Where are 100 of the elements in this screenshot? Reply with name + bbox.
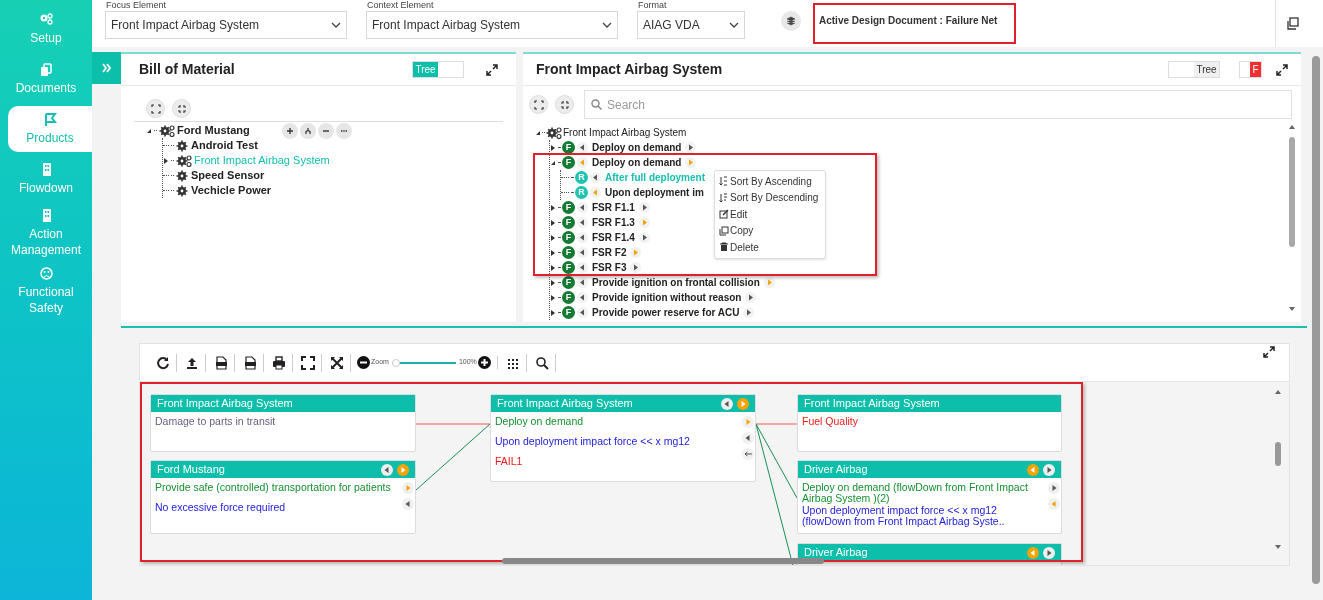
tree-item[interactable]: Provide ignition on frontal collision	[590, 275, 762, 290]
type-badge: F	[562, 246, 575, 259]
layers-button[interactable]	[781, 11, 801, 31]
type-badge: R	[575, 186, 588, 199]
card-entry[interactable]: FAIL1	[495, 456, 741, 467]
menu-item[interactable]: Copy	[715, 222, 825, 239]
tree-item[interactable]: FSR F1.1	[590, 200, 637, 215]
card-entry[interactable]: Fuel Quality	[802, 416, 1061, 427]
copy-icon[interactable]	[1286, 17, 1299, 30]
expand-caret-icon[interactable]	[550, 204, 556, 211]
tree-item[interactable]: Android Test	[191, 137, 258, 154]
expand-icon[interactable]	[1276, 63, 1288, 76]
card-entry[interactable]: Damage to parts in transit	[155, 416, 415, 427]
diagram-card[interactable]: Front Impact Airbag System Damage to parts in transit	[150, 394, 416, 452]
fullscreen-button[interactable]	[299, 353, 322, 372]
more-button[interactable]	[335, 122, 352, 139]
expand-all-button[interactable]	[529, 95, 548, 114]
tree-item[interactable]: Deploy on demand	[590, 140, 684, 155]
tree-item[interactable]: Vechicle Power	[191, 182, 272, 199]
search-field[interactable]: Search	[584, 90, 1292, 119]
page-scrollbar[interactable]	[1312, 56, 1320, 584]
scrollbar-thumb[interactable]	[1289, 137, 1295, 247]
dropdown[interactable]: AIAG VDA	[637, 11, 745, 39]
refresh-button[interactable]	[154, 353, 177, 372]
gear-icon	[176, 169, 189, 182]
menu-item[interactable]: Edit	[715, 206, 825, 223]
zoom-slider[interactable]	[391, 361, 456, 364]
add-button[interactable]	[281, 122, 298, 139]
gears-icon	[38, 12, 54, 27]
menu-item[interactable]: Sort By Ascending	[715, 173, 825, 190]
collapse-all-button[interactable]	[172, 99, 191, 118]
collapse-caret-icon[interactable]	[550, 159, 556, 166]
zoom-in-button[interactable]	[477, 356, 491, 369]
sort-ascending-icon	[719, 176, 729, 187]
tree-item[interactable]: FSR F1.3	[590, 215, 637, 230]
card-entry[interactable]: Deploy on demand (flowDown from Front Impact Airbag System )(2)	[802, 482, 1047, 504]
expand-icon[interactable]	[1263, 346, 1275, 358]
diagram-card[interactable]: Front Impact Airbag System Deploy on demand Upon deployment impact force << x mg12 FAIL1	[490, 394, 756, 482]
card-entry[interactable]: No excessive force required	[155, 502, 401, 513]
expand-caret-icon[interactable]	[163, 157, 169, 164]
tree-item[interactable]: FSR F2	[590, 245, 629, 260]
tree-item[interactable]: FSR F1.4	[590, 230, 637, 245]
expand-all-icon	[533, 99, 544, 110]
edit-icon	[719, 209, 729, 220]
expand-caret-icon[interactable]	[550, 309, 556, 316]
card-entry[interactable]: Upon deployment impact force << x mg12	[495, 436, 741, 447]
tree-item[interactable]: FSR F3	[590, 260, 629, 275]
hierarchy-button[interactable]	[299, 122, 316, 139]
expand-caret-icon[interactable]	[550, 249, 556, 256]
layers-icon	[786, 16, 796, 26]
tree-item[interactable]: Provide ignition without reason	[590, 290, 744, 305]
remove-button[interactable]	[317, 122, 334, 139]
expand-caret-icon[interactable]	[550, 264, 556, 271]
expand-all-button[interactable]	[146, 99, 165, 118]
diagram-card[interactable]: Front Impact Airbag System Fuel Quality	[797, 394, 1062, 452]
collapse-caret-icon[interactable]	[535, 129, 541, 136]
search-settings-icon	[534, 355, 549, 370]
menu-item[interactable]: Sort By Descending	[715, 189, 825, 206]
menu-item[interactable]: Delete	[715, 239, 825, 256]
horizontal-scrollbar[interactable]	[502, 558, 824, 564]
type-badge: F	[562, 231, 575, 244]
chevron-down-icon	[602, 20, 612, 30]
tree-item[interactable]: Deploy on demand	[590, 155, 684, 170]
card-entry[interactable]: Provide safe (controlled) transportation for patients	[155, 482, 401, 493]
flag-icon	[42, 112, 58, 127]
view-toggle[interactable]: Tree	[1168, 61, 1220, 78]
card-entry[interactable]: Deploy on demand	[495, 416, 741, 427]
dropdown[interactable]: Front Impact Airbag System	[105, 11, 347, 39]
diagram-card[interactable]: Driver Airbag Deploy on demand (flowDown from Front Impact Airbag System )(2) Upon deployment impact force << x mg12 (flowDown from Front Impact Airbag Syste..	[797, 460, 1062, 534]
svg-file-icon	[214, 355, 228, 370]
tree-item[interactable]: Ford Mustang	[177, 122, 250, 139]
tree-item[interactable]: Upon deployment im	[603, 185, 706, 200]
back-arrow-icon[interactable]	[741, 448, 754, 460]
collapse-caret-icon[interactable]	[146, 127, 152, 134]
field-label: Focus Element	[106, 0, 168, 11]
expand-caret-icon[interactable]	[550, 234, 556, 241]
diagram-card[interactable]: Ford Mustang Provide safe (controlled) transportation for patients No excessive force required	[150, 460, 416, 534]
expand-caret-icon[interactable]	[550, 219, 556, 226]
field-label: Format	[638, 0, 668, 11]
expand-icon[interactable]	[486, 63, 498, 76]
expand-caret-icon[interactable]	[550, 279, 556, 286]
tree-item[interactable]: Speed Sensor	[191, 167, 265, 184]
card-entry[interactable]: Upon deployment impact force << x mg12 (flowDown from Front Impact Airbag Syste..	[802, 505, 1047, 527]
collapse-all-button[interactable]	[555, 95, 574, 114]
filter-toggle[interactable]: F	[1239, 61, 1262, 78]
zoom-out-button[interactable]	[357, 356, 370, 369]
scrollbar-thumb[interactable]	[1275, 442, 1281, 466]
card-title: Ford Mustang	[157, 462, 226, 478]
expand-caret-icon[interactable]	[550, 144, 556, 151]
tree-item[interactable]: Provide power reserve for ACU	[590, 305, 742, 320]
scroll-up-icon	[1288, 123, 1296, 131]
scroll-up-icon	[1274, 388, 1282, 396]
dropdown[interactable]: Front Impact Airbag System	[366, 11, 618, 39]
gears-icon	[546, 126, 562, 139]
upload-icon	[185, 355, 199, 370]
print-button[interactable]	[270, 353, 293, 372]
expand-caret-icon[interactable]	[550, 294, 556, 301]
fit-button[interactable]	[328, 353, 351, 372]
tree-item[interactable]: Front Impact Airbag System	[563, 125, 687, 140]
slider-thumb[interactable]	[391, 358, 400, 367]
